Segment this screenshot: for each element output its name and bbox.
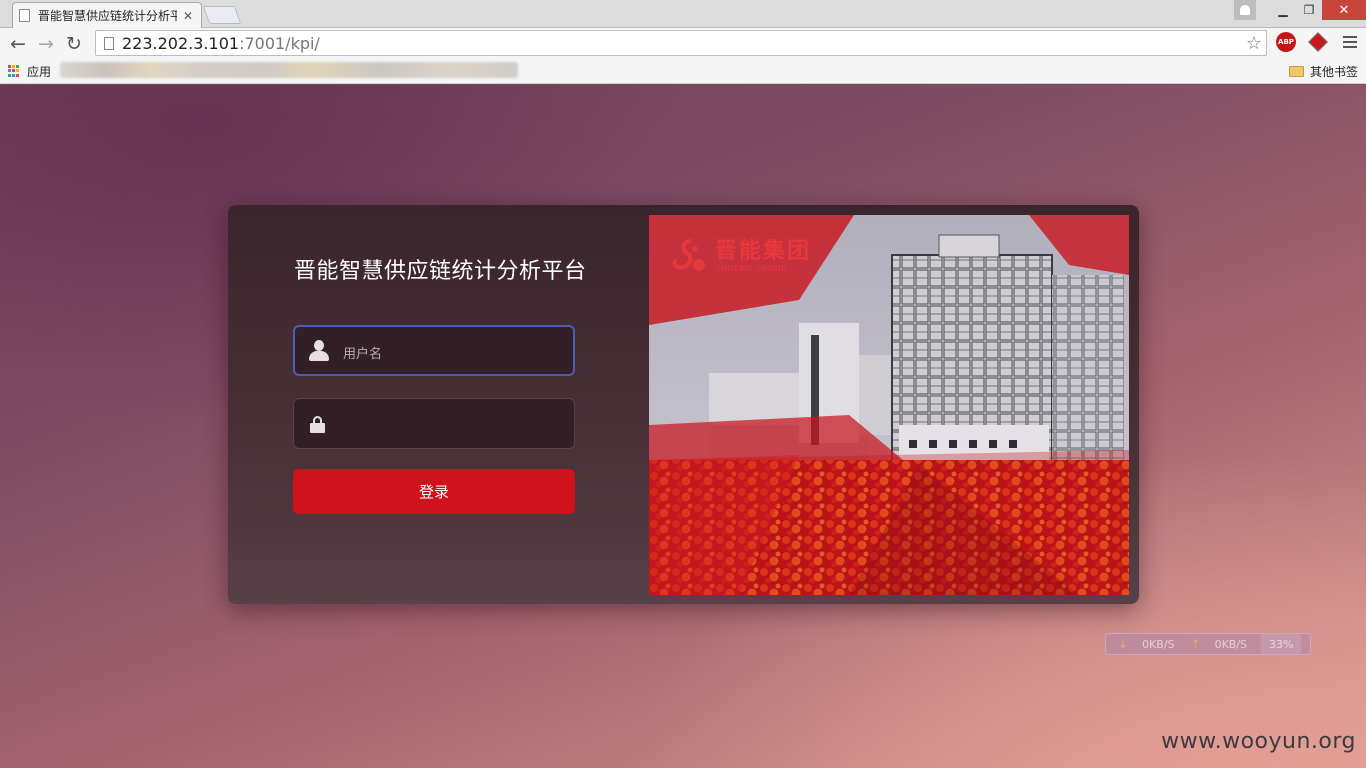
url-host: 223.202.3.101 <box>122 33 240 53</box>
upload-arrow-icon: ↑ <box>1190 637 1201 651</box>
window-controls: ▁ ❐ ✕ <box>1234 0 1366 20</box>
download-speed: 0KB/S <box>1142 637 1175 651</box>
logo-en: JINNENG GROUP <box>715 264 787 273</box>
username-placeholder: 用户名 <box>343 347 383 362</box>
page-icon <box>19 9 30 22</box>
back-arrow-icon[interactable]: ← <box>4 30 32 58</box>
address-bar[interactable]: 223.202.3.101:7001/kpi/ ☆ <box>95 30 1267 56</box>
page-title: 晋能智慧供应链统计分析平台 <box>294 259 587 284</box>
user-profile-icon <box>1240 5 1250 15</box>
close-icon[interactable]: ✕ <box>181 9 195 23</box>
menu-icon[interactable] <box>1343 36 1357 48</box>
url-path: :7001/kpi/ <box>239 33 320 53</box>
new-tab-button[interactable] <box>202 6 242 24</box>
page-background: 晋能智慧供应链统计分析平台 用户名 登录 晋能集团 JINNENG GROUP … <box>0 85 1366 768</box>
page-icon <box>104 36 114 50</box>
download-arrow-icon: ↓ <box>1118 637 1129 651</box>
minimize-button[interactable]: ▁ <box>1270 0 1296 20</box>
watermark: www.wooyun.org <box>1161 729 1356 754</box>
window-close-button[interactable]: ✕ <box>1322 0 1366 20</box>
forward-arrow-icon[interactable]: → <box>32 30 60 58</box>
logo-cn: 晋能集团 <box>715 239 812 264</box>
user-icon <box>308 340 330 362</box>
cpu-usage: 33% <box>1261 634 1302 654</box>
apps-icon[interactable] <box>8 65 20 77</box>
star-icon[interactable]: ☆ <box>1246 33 1262 54</box>
other-bookmarks[interactable]: 其他书签 <box>1288 59 1358 84</box>
tab-title: 晋能智慧供应链统计分析平 <box>38 9 177 23</box>
reload-icon[interactable]: ↻ <box>60 30 88 58</box>
password-field[interactable] <box>293 398 575 449</box>
folder-icon <box>1288 66 1304 77</box>
login-card: 晋能智慧供应链统计分析平台 用户名 登录 晋能集团 JINNENG GROUP <box>228 205 1139 604</box>
jinneng-logo: 晋能集团 JINNENG GROUP <box>669 237 811 277</box>
login-button[interactable]: 登录 <box>293 469 575 514</box>
browser-tab[interactable]: 晋能智慧供应链统计分析平 ✕ <box>12 2 202 28</box>
apps-bookmark[interactable]: 应用 <box>27 63 51 80</box>
hero-image: 晋能集团 JINNENG GROUP <box>649 215 1129 595</box>
blurred-bookmarks <box>60 62 518 78</box>
lock-icon <box>310 416 325 433</box>
user-profile-button[interactable] <box>1234 0 1256 20</box>
username-field[interactable]: 用户名 <box>293 325 575 376</box>
restore-button[interactable]: ❐ <box>1296 0 1322 20</box>
adblock-extension-button[interactable]: ABP <box>1276 32 1296 52</box>
browser-titlebar: 晋能智慧供应链统计分析平 ✕ ▁ ❐ ✕ <box>0 0 1366 28</box>
netspeed-widget: ↓ 0KB/S ↑ 0KB/S 33% <box>1105 633 1311 655</box>
logo-mark-icon <box>672 239 705 271</box>
browser-toolbar: ← → ↻ 223.202.3.101:7001/kpi/ ☆ <box>0 28 1366 59</box>
other-bookmarks-label: 其他书签 <box>1309 65 1358 79</box>
upload-speed: 0KB/S <box>1214 637 1248 651</box>
